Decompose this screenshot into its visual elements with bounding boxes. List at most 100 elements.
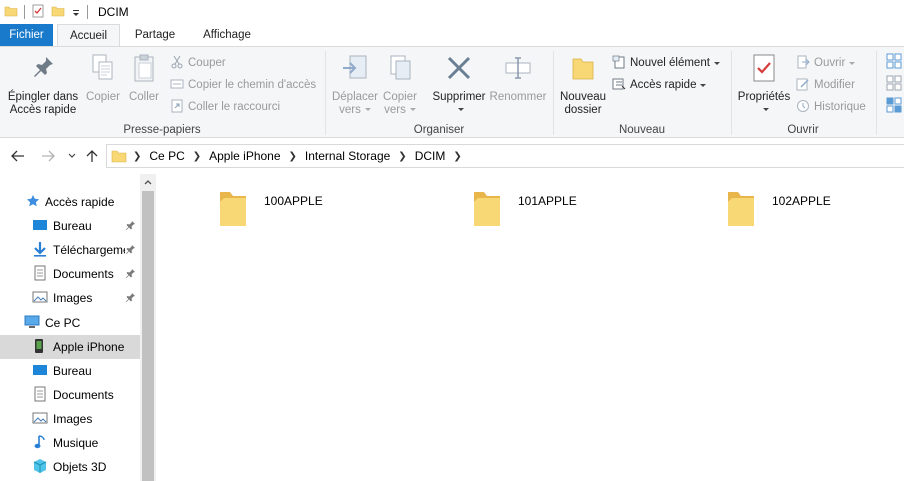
folder-icon xyxy=(111,148,127,164)
scroll-up-button[interactable] xyxy=(140,174,156,190)
up-button[interactable] xyxy=(82,146,102,166)
easy-access-button[interactable]: Accès rapide xyxy=(612,75,707,95)
copy-button[interactable]: Copier xyxy=(84,49,122,104)
pin-icon xyxy=(4,53,82,87)
folder-name: 100APPLE xyxy=(264,194,323,208)
pin-icon xyxy=(126,268,136,281)
nav-this-pc-label: Ce PC xyxy=(45,316,81,330)
copy-path-button[interactable]: Copier le chemin d'accès xyxy=(170,75,316,95)
pin-icon xyxy=(126,220,136,233)
properties-qat-icon[interactable] xyxy=(31,4,45,21)
properties-label: Propriétés xyxy=(737,91,791,103)
arrow-right-icon xyxy=(42,150,55,162)
new-group: Nouveau dossier Nouvel élément Accès rap… xyxy=(554,47,730,138)
copy-to-icon xyxy=(378,53,422,87)
folder-item[interactable]: 102APPLE xyxy=(726,186,904,232)
cut-button[interactable]: Couper xyxy=(170,53,226,73)
tab-home[interactable]: Accueil xyxy=(57,24,120,47)
history-button[interactable]: Historique xyxy=(796,97,866,117)
desktop-icon xyxy=(32,363,48,380)
move-to-icon xyxy=(330,53,380,87)
breadcrumb-chevron-icon[interactable]: ❯ xyxy=(398,151,406,162)
address-bar[interactable]: ❯ Ce PC ❯ Apple iPhone ❯ Internal Storag… xyxy=(106,144,904,168)
nav-pc-pictures[interactable]: Images xyxy=(0,407,140,431)
move-to-button[interactable]: Déplacer vers xyxy=(330,49,380,117)
move-to-line2: vers xyxy=(339,104,361,116)
properties-icon xyxy=(734,53,794,87)
nav-qa-documents-label: Documents xyxy=(53,267,114,281)
open-button[interactable]: Ouvrir xyxy=(796,53,856,73)
nav-pc-documents[interactable]: Documents xyxy=(0,383,140,407)
new-folder-button[interactable]: Nouveau dossier xyxy=(556,49,610,117)
arrow-left-icon xyxy=(11,150,24,162)
scroll-thumb[interactable] xyxy=(142,191,154,481)
nav-qa-downloads[interactable]: Téléchargements xyxy=(0,238,140,262)
properties-button[interactable]: Propriétés xyxy=(734,49,794,117)
window-title: DCIM xyxy=(98,5,129,19)
copy-path-label: Copier le chemin d'accès xyxy=(188,79,317,91)
folder-item[interactable]: 101APPLE xyxy=(472,186,672,232)
rename-button[interactable]: Renommer xyxy=(488,49,548,104)
nav-quick-access[interactable]: Accès rapide xyxy=(0,190,140,214)
paste-shortcut-button[interactable]: Coller le raccourci xyxy=(170,97,280,117)
chevron-down-icon xyxy=(409,108,416,112)
copy-to-button[interactable]: Copier vers xyxy=(378,49,422,117)
title-bar: DCIM xyxy=(0,0,904,24)
edit-label: Modifier xyxy=(814,79,855,91)
delete-button[interactable]: Supprimer xyxy=(428,49,490,117)
nav-qa-documents[interactable]: Documents xyxy=(0,262,140,286)
nav-pc-pictures-label: Images xyxy=(53,412,93,426)
new-group-label: Nouveau xyxy=(618,124,666,136)
breadcrumb-internal-storage[interactable]: Internal Storage xyxy=(305,149,390,163)
nav-this-pc[interactable]: Ce PC xyxy=(0,311,140,335)
music-note-icon xyxy=(34,434,46,453)
copy-label: Copier xyxy=(86,91,120,103)
file-list-area[interactable]: 100APPLE 101APPLE 102APPLE xyxy=(156,174,904,481)
pin-icon xyxy=(126,292,136,305)
nav-pc-3d-objects[interactable]: Objets 3D xyxy=(0,455,140,479)
arrow-up-icon xyxy=(86,150,98,162)
download-arrow-icon xyxy=(33,241,47,260)
breadcrumb-chevron-icon[interactable]: ❯ xyxy=(193,151,201,162)
nav-qa-pictures[interactable]: Images xyxy=(0,286,140,310)
breadcrumb-this-pc[interactable]: Ce PC xyxy=(149,149,184,163)
edit-button[interactable]: Modifier xyxy=(796,75,855,95)
easy-access-label: Accès rapide xyxy=(630,79,697,91)
new-folder-line2: dossier xyxy=(564,104,602,116)
select-none-icon[interactable] xyxy=(886,75,902,94)
document-icon xyxy=(33,386,47,405)
breadcrumb-chevron-icon[interactable]: ❯ xyxy=(453,151,461,162)
back-button[interactable] xyxy=(8,146,28,166)
organize-group-label: Organiser xyxy=(413,124,465,136)
tab-share[interactable]: Partage xyxy=(124,24,186,46)
new-item-icon xyxy=(612,55,626,72)
folder-item[interactable]: 100APPLE xyxy=(218,186,418,232)
navigation-pane-scrollbar[interactable] xyxy=(140,174,156,481)
nav-pc-apple-iphone-label: Apple iPhone xyxy=(53,340,125,354)
paste-button[interactable]: Coller xyxy=(126,49,162,104)
open-icon xyxy=(796,55,810,72)
new-item-button[interactable]: Nouvel élément xyxy=(612,53,720,73)
breadcrumb-dcim[interactable]: DCIM xyxy=(415,149,446,163)
tab-view[interactable]: Affichage xyxy=(192,24,262,46)
cube-icon xyxy=(32,458,48,477)
nav-qa-desktop[interactable]: Bureau xyxy=(0,214,140,238)
nav-pc-desktop[interactable]: Bureau xyxy=(0,359,140,383)
breadcrumb-chevron-icon[interactable]: ❯ xyxy=(133,151,141,162)
new-folder-qat-icon[interactable] xyxy=(51,4,65,21)
forward-button[interactable] xyxy=(38,146,58,166)
recent-locations-button[interactable] xyxy=(62,146,82,166)
paste-label: Coller xyxy=(128,91,160,103)
nav-pc-music[interactable]: Musique xyxy=(0,431,140,455)
select-all-icon[interactable] xyxy=(886,53,902,72)
phone-icon xyxy=(34,338,44,357)
pin-quick-access-button[interactable]: Épingler dans Accès rapide xyxy=(4,49,82,117)
open-label: Ouvrir xyxy=(814,57,846,69)
invert-selection-icon[interactable] xyxy=(886,97,902,116)
breadcrumb-chevron-icon[interactable]: ❯ xyxy=(289,151,297,162)
breadcrumb-apple-iphone[interactable]: Apple iPhone xyxy=(209,149,280,163)
nav-pc-apple-iphone[interactable]: Apple iPhone xyxy=(0,335,140,359)
ribbon: Épingler dans Accès rapide Copier Coller… xyxy=(0,46,904,138)
customize-qat-icon[interactable] xyxy=(71,4,81,21)
tab-file[interactable]: Fichier xyxy=(0,24,53,46)
